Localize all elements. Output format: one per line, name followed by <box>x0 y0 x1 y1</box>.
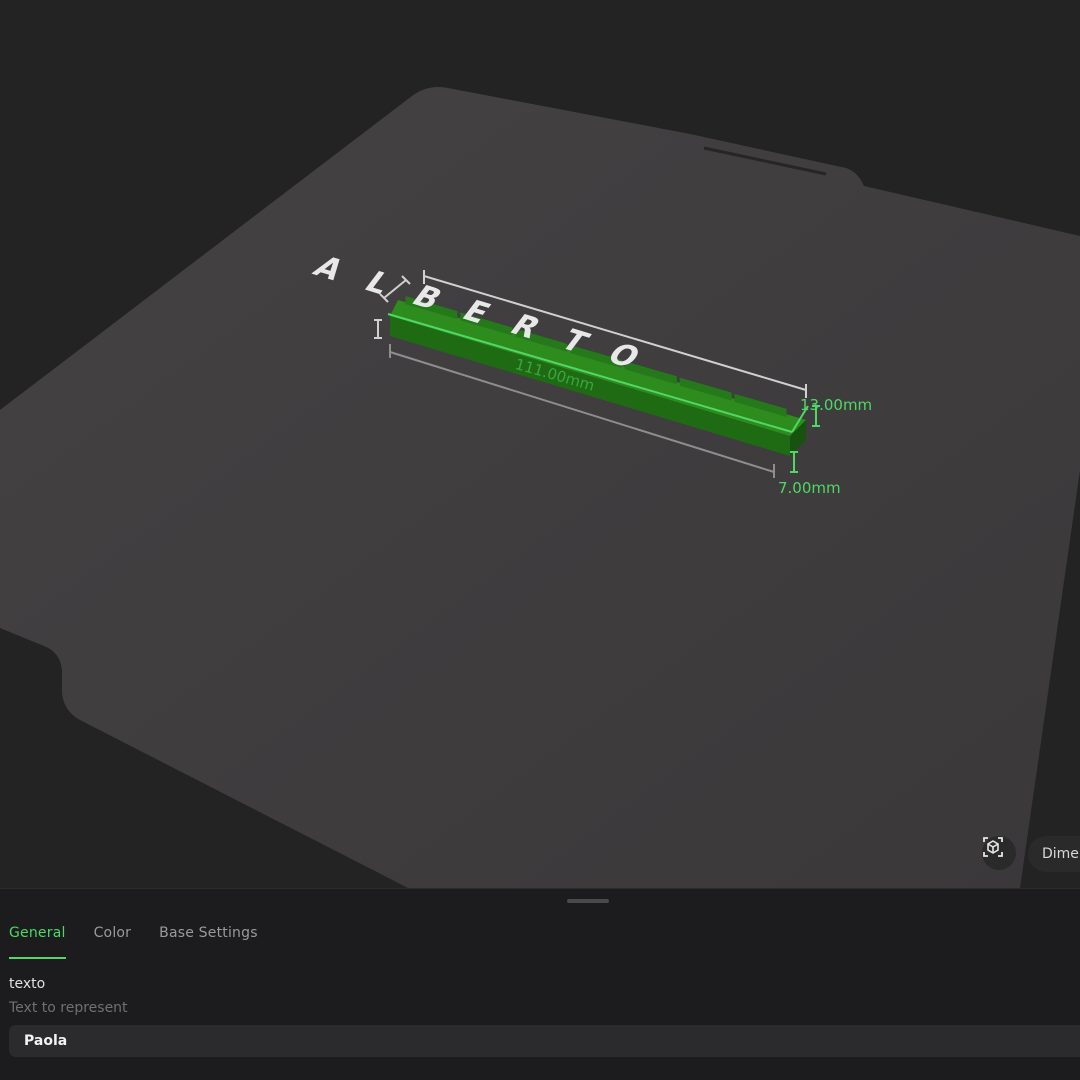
print-bed <box>0 87 1080 888</box>
settings-tabs: General Color Base Settings <box>0 925 277 961</box>
panel-drag-handle[interactable] <box>567 899 609 903</box>
height-dimension-label: 13.00mm <box>800 396 873 414</box>
text-field-label: texto <box>9 976 46 992</box>
dimensions-toggle-button[interactable]: Dimer <box>1028 836 1080 872</box>
tab-general[interactable]: General <box>9 925 66 959</box>
tab-color[interactable]: Color <box>94 925 132 959</box>
3d-view-icon <box>983 837 1003 857</box>
text-field-help: Text to represent <box>9 1000 128 1016</box>
text-input[interactable] <box>9 1025 1080 1057</box>
settings-panel: General Color Base Settings texto Text t… <box>0 888 1080 1080</box>
reset-view-button[interactable] <box>982 836 1016 870</box>
3d-viewport[interactable]: ALBERTO 111.00mm 13.00mm 7.00mm Dime <box>0 0 1080 888</box>
scene-svg: ALBERTO <box>0 87 1080 888</box>
tab-base-settings[interactable]: Base Settings <box>159 925 258 959</box>
depth-dimension-label: 7.00mm <box>778 479 841 497</box>
